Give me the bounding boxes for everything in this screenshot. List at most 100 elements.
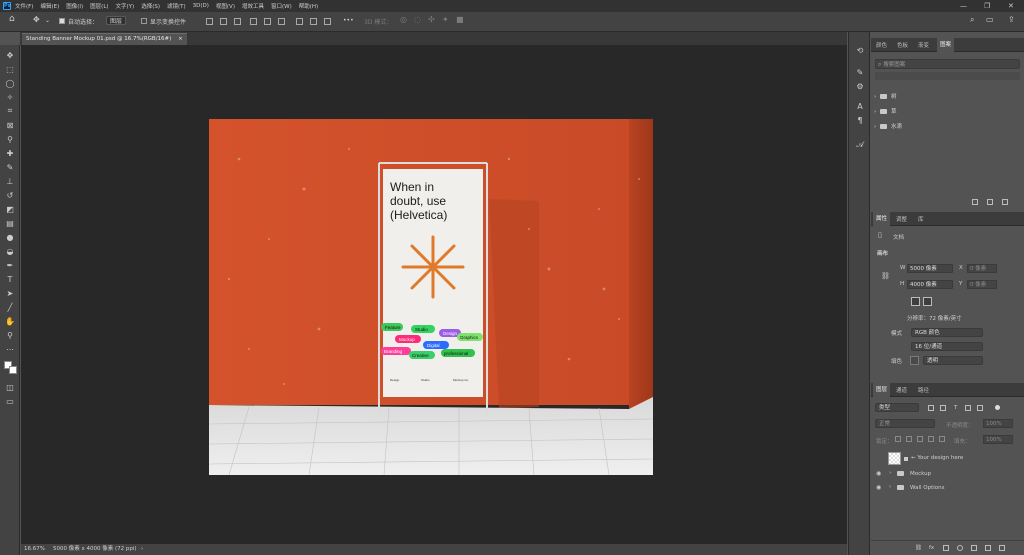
share-icon[interactable]: ⇪ bbox=[1008, 15, 1015, 24]
orientation-portrait-icon[interactable] bbox=[911, 297, 920, 306]
blend-mode-select[interactable]: 正常 bbox=[875, 419, 935, 428]
fill-select[interactable]: 透明 bbox=[923, 356, 983, 365]
tab-patterns[interactable]: 图案 bbox=[937, 38, 955, 52]
height-field[interactable]: 4000 像素 bbox=[907, 280, 953, 289]
menu-help[interactable]: 帮助(H) bbox=[299, 2, 318, 10]
dodge-tool-icon[interactable]: ◒ bbox=[5, 246, 15, 256]
tab-paths[interactable]: 路径 bbox=[918, 386, 929, 394]
layer-row-wall-options[interactable]: ◉ › Wall Options bbox=[871, 481, 1024, 495]
delete-icon[interactable] bbox=[1002, 199, 1008, 205]
tab-adjustments[interactable]: 调整 bbox=[896, 215, 907, 223]
filter-smart-icon[interactable] bbox=[977, 405, 983, 411]
new-group-icon[interactable] bbox=[971, 545, 977, 551]
layer-style-icon[interactable]: fx bbox=[929, 545, 934, 551]
menu-plugins[interactable]: 增效工具 bbox=[242, 2, 264, 10]
zoom-level[interactable]: 16.67% bbox=[24, 544, 45, 555]
distribute-center-icon[interactable] bbox=[310, 18, 317, 25]
minimize-button[interactable]: — bbox=[960, 2, 967, 10]
mode-select[interactable]: RGB 颜色 bbox=[911, 328, 983, 337]
auto-select-checkbox[interactable] bbox=[59, 17, 65, 24]
eraser-tool-icon[interactable]: ◩ bbox=[5, 204, 15, 214]
marquee-tool-icon[interactable]: ⬚ bbox=[5, 64, 15, 74]
move-tool-icon[interactable]: ✥ bbox=[5, 50, 15, 60]
close-window-button[interactable]: ✕ bbox=[1008, 2, 1014, 10]
adjustment-layer-icon[interactable] bbox=[957, 545, 963, 551]
tab-properties[interactable]: 属性 bbox=[873, 212, 891, 226]
lock-position-icon[interactable] bbox=[917, 436, 923, 442]
pattern-search-input[interactable]: ⌕ 搜索图案 bbox=[875, 59, 1020, 69]
more-options-icon[interactable]: ••• bbox=[343, 17, 354, 24]
opacity-field[interactable]: 100% bbox=[983, 419, 1013, 428]
menu-select[interactable]: 选择(S) bbox=[141, 2, 160, 10]
orientation-landscape-icon[interactable] bbox=[923, 297, 932, 306]
edit-toolbar-icon[interactable]: ⋯ bbox=[5, 344, 15, 354]
menu-layer[interactable]: 图层(L) bbox=[90, 2, 108, 10]
new-pattern-icon[interactable] bbox=[987, 199, 993, 205]
lock-image-icon[interactable] bbox=[906, 436, 912, 442]
align-bottom-icon[interactable] bbox=[278, 18, 285, 25]
add-mask-icon[interactable] bbox=[943, 545, 949, 551]
chevron-down-icon[interactable]: ⌄ bbox=[45, 17, 50, 24]
glyphs-icon[interactable]: 𝒜 bbox=[855, 140, 865, 150]
pattern-group[interactable]: › 树 bbox=[874, 90, 1021, 104]
search-icon[interactable]: ⌕ bbox=[970, 15, 974, 25]
pattern-group[interactable]: › 水滴 bbox=[874, 120, 1021, 134]
tab-layers[interactable]: 图层 bbox=[873, 383, 891, 397]
width-field[interactable]: 5000 像素 bbox=[907, 264, 953, 273]
lasso-tool-icon[interactable]: ◯ bbox=[5, 78, 15, 88]
expand-chevron-icon[interactable]: › bbox=[889, 484, 891, 490]
tab-gradients[interactable]: 渐变 bbox=[918, 41, 929, 49]
tab-color[interactable]: 颜色 bbox=[876, 41, 887, 49]
pattern-size-slider[interactable] bbox=[875, 72, 1020, 80]
close-tab-icon[interactable]: × bbox=[178, 36, 183, 42]
filter-shape-icon[interactable] bbox=[965, 405, 971, 411]
hand-tool-icon[interactable]: ✋ bbox=[5, 316, 15, 326]
link-layers-icon[interactable]: ⛓ bbox=[915, 545, 922, 551]
background-color-swatch[interactable] bbox=[9, 366, 17, 374]
align-center-icon[interactable] bbox=[220, 18, 227, 25]
bit-depth-select[interactable]: 16 位/通道 bbox=[911, 342, 983, 351]
y-field[interactable]: 0 像素 bbox=[967, 280, 997, 289]
new-group-icon[interactable] bbox=[972, 199, 978, 205]
show-transform-checkbox[interactable] bbox=[141, 17, 147, 24]
delete-layer-icon[interactable] bbox=[999, 545, 1005, 551]
stamp-tool-icon[interactable]: ⊥ bbox=[5, 176, 15, 186]
frame-tool-icon[interactable]: ⊠ bbox=[5, 120, 15, 130]
path-select-icon[interactable]: ➤ bbox=[5, 288, 15, 298]
history-brush-icon[interactable]: ↺ bbox=[5, 190, 15, 200]
x-field[interactable]: 0 像素 bbox=[967, 264, 997, 273]
layer-filter-select[interactable]: 类型 bbox=[875, 403, 919, 412]
brush-settings-icon[interactable]: ✎ bbox=[855, 68, 865, 78]
document-canvas[interactable]: When in doubt, use (Helvetica) Feature S… bbox=[209, 119, 653, 475]
magic-wand-tool-icon[interactable]: ✧ bbox=[5, 92, 15, 102]
brush-tool-icon[interactable]: ✎ bbox=[5, 162, 15, 172]
new-layer-icon[interactable] bbox=[985, 545, 991, 551]
filter-adjustment-icon[interactable] bbox=[940, 405, 946, 411]
lock-all-icon[interactable] bbox=[939, 436, 945, 442]
tab-libraries[interactable]: 库 bbox=[918, 215, 924, 223]
fill-opacity-field[interactable]: 100% bbox=[983, 435, 1013, 444]
visibility-eye-icon[interactable]: ◉ bbox=[876, 470, 881, 477]
menu-3d[interactable]: 3D(D) bbox=[193, 3, 209, 9]
history-icon[interactable]: ⟲ bbox=[855, 46, 865, 56]
align-left-icon[interactable] bbox=[206, 18, 213, 25]
pattern-group[interactable]: › 草 bbox=[874, 105, 1021, 119]
link-dimensions-icon[interactable]: ⛓ bbox=[881, 272, 890, 280]
home-icon[interactable]: ⌂ bbox=[9, 14, 15, 24]
menu-filter[interactable]: 滤镜(T) bbox=[167, 2, 186, 10]
align-right-icon[interactable] bbox=[234, 18, 241, 25]
pen-tool-icon[interactable]: ✒ bbox=[5, 260, 15, 270]
tab-swatches[interactable]: 色板 bbox=[897, 41, 908, 49]
distribute-right-icon[interactable] bbox=[324, 18, 331, 25]
maximize-button[interactable]: ❐ bbox=[984, 2, 990, 10]
align-middle-icon[interactable] bbox=[264, 18, 271, 25]
lock-transparent-icon[interactable] bbox=[895, 436, 901, 442]
screen-mode-icon[interactable]: ▭ bbox=[5, 396, 15, 406]
distribute-left-icon[interactable] bbox=[296, 18, 303, 25]
line-tool-icon[interactable]: ╱ bbox=[5, 302, 15, 312]
menu-view[interactable]: 视图(V) bbox=[216, 2, 235, 10]
zoom-tool-icon[interactable]: ⚲ bbox=[5, 330, 15, 340]
layer-row-mockup[interactable]: ◉ › Mockup bbox=[871, 467, 1024, 481]
visibility-eye-icon[interactable]: ◉ bbox=[876, 484, 881, 491]
character-icon[interactable]: A bbox=[855, 102, 865, 112]
